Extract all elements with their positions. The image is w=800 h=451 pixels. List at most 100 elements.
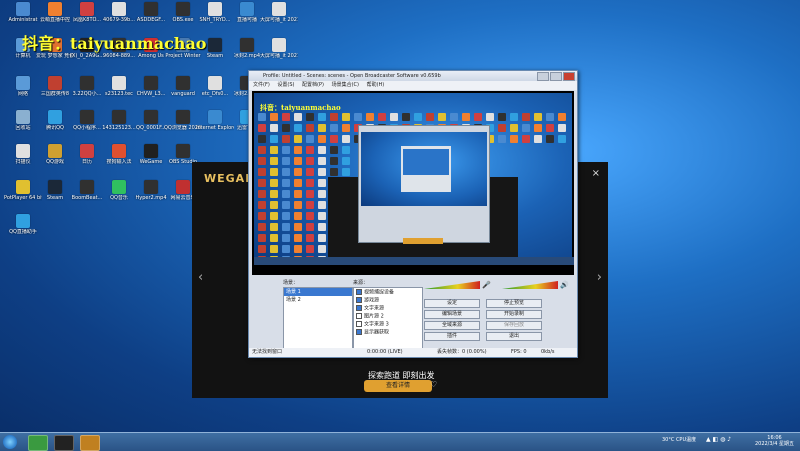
nested-preview [361, 132, 487, 206]
edit-scene-button[interactable]: 编辑场景 [424, 310, 480, 319]
maximize-button[interactable] [550, 72, 562, 81]
preview-desktop-icon [294, 168, 302, 176]
global-sources-button[interactable]: 全域来源 [424, 321, 480, 330]
heart-icon[interactable]: ♡ [430, 380, 437, 389]
source-item[interactable]: 文字来源 [354, 304, 422, 312]
recycle-bin-icon [16, 110, 30, 124]
taskbar-clock[interactable]: 16:06 2022/3/4 星期五 [755, 435, 794, 447]
obs-icon [176, 2, 190, 16]
plugins-button[interactable]: 插件 [424, 332, 480, 341]
preview-desktop-icon [258, 212, 266, 220]
preview-desktop-icon [306, 157, 314, 165]
source-checkbox[interactable] [356, 313, 362, 319]
wegame-prev-arrow-icon[interactable]: ‹ [198, 270, 203, 285]
mic-volume-meter[interactable] [424, 281, 480, 289]
preview-desktop-icon [318, 201, 326, 209]
preview-desktop-icon [282, 113, 290, 121]
preview-desktop-icon [426, 113, 434, 121]
preview-desktop-icon [342, 146, 350, 154]
start-recording-button[interactable]: 开始录制 [486, 310, 542, 319]
preview-desktop-icon [270, 135, 278, 143]
close-button[interactable] [563, 72, 575, 81]
start-button[interactable] [3, 435, 17, 449]
scene-item[interactable]: 场景 1 [284, 288, 352, 296]
obs-titlebar[interactable]: Profile: Untitled - Scenes: scenes - Ope… [249, 71, 577, 81]
preview-desktop-icon [318, 212, 326, 220]
taskbar-wegame-icon[interactable] [80, 435, 100, 451]
source-checkbox[interactable] [356, 289, 362, 295]
settings-button[interactable]: 设定 [424, 299, 480, 308]
desktop-icon-label: 大屏可播_it 2021大屏... [260, 17, 298, 23]
preview-desktop-icon [318, 124, 326, 132]
preview-desktop-icon [318, 146, 326, 154]
preview-desktop-icon [294, 212, 302, 220]
desktop-icon[interactable]: 大屏可播_it 2021大屏... [260, 38, 298, 59]
menu-help[interactable]: 帮助(H) [367, 82, 385, 88]
bitrate-readout: 0kb/s [541, 349, 555, 355]
preview-desktop-icon [318, 157, 326, 165]
wegame-next-arrow-icon[interactable]: › [597, 270, 602, 285]
preview-desktop-icon [522, 135, 530, 143]
source-item[interactable]: 游戏源 [354, 296, 422, 304]
menu-scene-collection[interactable]: 场景集合(C) [332, 82, 359, 88]
source-checkbox[interactable] [356, 305, 362, 311]
source-checkbox[interactable] [356, 297, 362, 303]
preview-desktop-icon [558, 135, 566, 143]
source-label: 文字来源 [364, 305, 385, 312]
preview-desktop-icon [306, 113, 314, 121]
scenes-list[interactable]: 场景 1 场景 2 [283, 287, 353, 351]
clock-date: 2022/3/4 星期五 [754, 441, 794, 447]
desktop-volume-meter[interactable] [502, 281, 558, 289]
preview-desktop-icon [330, 168, 338, 176]
preview-desktop-icon [342, 157, 350, 165]
preview-desktop-icon [282, 212, 290, 220]
file-icon [144, 76, 158, 90]
preview-desktop-icon [294, 157, 302, 165]
nested-obs-window [401, 146, 451, 192]
scene-item[interactable]: 场景 2 [284, 296, 352, 304]
exit-button[interactable]: 退出 [486, 332, 542, 341]
stream-time: 0:00:00 (LIVE) [367, 349, 403, 355]
preview-desktop-icon [306, 124, 314, 132]
replay-buffer-button[interactable]: 保存回放 [486, 321, 542, 330]
menu-settings[interactable]: 设置(S) [277, 82, 294, 88]
menu-profile[interactable]: 配置档(P) [302, 82, 324, 88]
preview-desktop-icon [546, 135, 554, 143]
desktop-icon[interactable]: 大屏可播_it 2021大屏... [260, 2, 298, 23]
preview-desktop-icon [378, 113, 386, 121]
obs-window[interactable]: Profile: Untitled - Scenes: scenes - Ope… [248, 70, 578, 358]
preview-desktop-icon [270, 201, 278, 209]
menu-file[interactable]: 文件(F) [253, 82, 270, 88]
source-item[interactable]: 文字来源 3 [354, 320, 422, 328]
wegame-icon [144, 144, 158, 158]
preview-desktop-icon [270, 245, 278, 253]
source-checkbox[interactable] [356, 321, 362, 327]
tray-temperature[interactable]: 30°C CPU温度 [662, 436, 696, 443]
taskbar-app-icon[interactable] [28, 435, 48, 451]
speaker-icon[interactable]: 🔊 [560, 281, 569, 289]
preview-desktop-icon [270, 113, 278, 121]
file-icon [16, 144, 30, 158]
file-icon [112, 2, 126, 16]
file-icon [208, 76, 222, 90]
preview-desktop-icon [270, 168, 278, 176]
wegame-close-icon[interactable]: × [592, 168, 600, 179]
tray-icons[interactable]: ▲ ◧ ◍ ♪ [706, 436, 731, 443]
source-item[interactable]: 图片源 2 [354, 312, 422, 320]
wegame-details-button[interactable]: 查看详情 [364, 380, 432, 392]
nested-wegame-button [403, 238, 443, 244]
stop-preview-button[interactable]: 停止预览 [486, 299, 542, 308]
source-item[interactable]: 显示器获取 [354, 328, 422, 336]
mic-icon[interactable]: 🎤 [482, 281, 491, 289]
preview-desktop-icon [306, 212, 314, 220]
game-icon [48, 76, 62, 90]
source-item[interactable]: 视频捕捉设备 [354, 288, 422, 296]
desktop-icon[interactable]: QQ直播助手 [4, 214, 42, 235]
preview-desktop-icon [318, 223, 326, 231]
taskbar-obs-icon[interactable] [54, 435, 74, 451]
source-checkbox[interactable] [356, 329, 362, 335]
user-folder-icon [16, 2, 30, 16]
sources-list[interactable]: 视频捕捉设备 游戏源 文字来源 图片源 2 文字来源 3 显示器获取 [353, 287, 423, 351]
preview-desktop-icon [534, 135, 542, 143]
minimize-button[interactable] [537, 72, 549, 81]
